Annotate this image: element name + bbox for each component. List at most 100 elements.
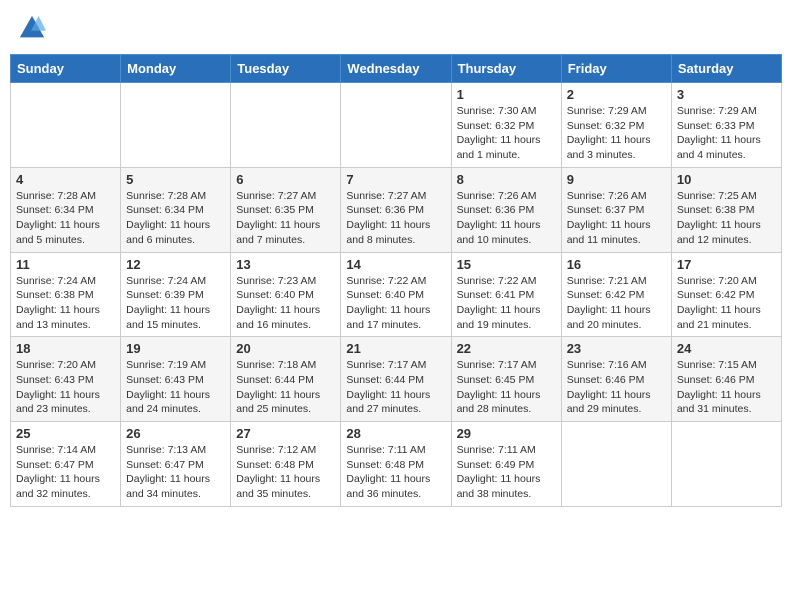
calendar-cell: 12 Sunrise: 7:24 AM Sunset: 6:39 PM Dayli…: [121, 252, 231, 337]
day-number: 25: [16, 426, 115, 441]
day-number: 27: [236, 426, 335, 441]
day-info: Sunrise: 7:30 AM Sunset: 6:32 PM Dayligh…: [457, 104, 556, 163]
calendar-cell: 10 Sunrise: 7:25 AM Sunset: 6:38 PM Dayli…: [671, 167, 781, 252]
dow-header: Wednesday: [341, 55, 451, 83]
dow-header: Friday: [561, 55, 671, 83]
calendar-cell: 25 Sunrise: 7:14 AM Sunset: 6:47 PM Dayli…: [11, 422, 121, 507]
day-info: Sunrise: 7:29 AM Sunset: 6:32 PM Dayligh…: [567, 104, 666, 163]
day-number: 7: [346, 172, 445, 187]
day-number: 5: [126, 172, 225, 187]
day-number: 15: [457, 257, 556, 272]
day-number: 28: [346, 426, 445, 441]
calendar-cell: 22 Sunrise: 7:17 AM Sunset: 6:45 PM Dayli…: [451, 337, 561, 422]
dow-header: Tuesday: [231, 55, 341, 83]
day-info: Sunrise: 7:18 AM Sunset: 6:44 PM Dayligh…: [236, 358, 335, 417]
calendar-cell: 21 Sunrise: 7:17 AM Sunset: 6:44 PM Dayli…: [341, 337, 451, 422]
day-info: Sunrise: 7:24 AM Sunset: 6:39 PM Dayligh…: [126, 274, 225, 333]
calendar-cell: 20 Sunrise: 7:18 AM Sunset: 6:44 PM Dayli…: [231, 337, 341, 422]
calendar-week-row: 11 Sunrise: 7:24 AM Sunset: 6:38 PM Dayli…: [11, 252, 782, 337]
calendar-cell: 29Sunrise: 7:11 AM Sunset: 6:49 PM Dayli…: [451, 422, 561, 507]
calendar-table: SundayMondayTuesdayWednesdayThursdayFrid…: [10, 54, 782, 507]
dow-header: Saturday: [671, 55, 781, 83]
day-number: 1: [457, 87, 556, 102]
calendar-week-row: 25 Sunrise: 7:14 AM Sunset: 6:47 PM Dayli…: [11, 422, 782, 507]
calendar-cell: 2 Sunrise: 7:29 AM Sunset: 6:32 PM Daylig…: [561, 83, 671, 168]
day-number: 29: [457, 426, 556, 441]
day-number: 23: [567, 341, 666, 356]
dow-header: Thursday: [451, 55, 561, 83]
day-number: 10: [677, 172, 776, 187]
calendar-cell: 7 Sunrise: 7:27 AM Sunset: 6:36 PM Daylig…: [341, 167, 451, 252]
day-info: Sunrise: 7:26 AM Sunset: 6:37 PM Dayligh…: [567, 189, 666, 248]
calendar-cell: 4 Sunrise: 7:28 AM Sunset: 6:34 PM Daylig…: [11, 167, 121, 252]
calendar-cell: [121, 83, 231, 168]
day-number: 17: [677, 257, 776, 272]
calendar-cell: 9 Sunrise: 7:26 AM Sunset: 6:37 PM Daylig…: [561, 167, 671, 252]
calendar-cell: 15 Sunrise: 7:22 AM Sunset: 6:41 PM Dayli…: [451, 252, 561, 337]
day-info: Sunrise: 7:28 AM Sunset: 6:34 PM Dayligh…: [126, 189, 225, 248]
day-number: 20: [236, 341, 335, 356]
calendar-cell: [231, 83, 341, 168]
days-of-week-row: SundayMondayTuesdayWednesdayThursdayFrid…: [11, 55, 782, 83]
page-header: [10, 10, 782, 46]
calendar-cell: 11 Sunrise: 7:24 AM Sunset: 6:38 PM Dayli…: [11, 252, 121, 337]
day-info: Sunrise: 7:23 AM Sunset: 6:40 PM Dayligh…: [236, 274, 335, 333]
day-info: Sunrise: 7:22 AM Sunset: 6:40 PM Dayligh…: [346, 274, 445, 333]
calendar-cell: [11, 83, 121, 168]
day-number: 26: [126, 426, 225, 441]
day-number: 13: [236, 257, 335, 272]
day-info: Sunrise: 7:26 AM Sunset: 6:36 PM Dayligh…: [457, 189, 556, 248]
day-number: 16: [567, 257, 666, 272]
calendar-week-row: 4 Sunrise: 7:28 AM Sunset: 6:34 PM Daylig…: [11, 167, 782, 252]
calendar-cell: 28Sunrise: 7:11 AM Sunset: 6:48 PM Dayli…: [341, 422, 451, 507]
calendar-cell: 8Sunrise: 7:26 AM Sunset: 6:36 PM Daylig…: [451, 167, 561, 252]
day-number: 9: [567, 172, 666, 187]
calendar-cell: 26 Sunrise: 7:13 AM Sunset: 6:47 PM Dayli…: [121, 422, 231, 507]
day-number: 12: [126, 257, 225, 272]
calendar-cell: 5 Sunrise: 7:28 AM Sunset: 6:34 PM Daylig…: [121, 167, 231, 252]
day-info: Sunrise: 7:27 AM Sunset: 6:35 PM Dayligh…: [236, 189, 335, 248]
day-number: 24: [677, 341, 776, 356]
day-number: 18: [16, 341, 115, 356]
day-info: Sunrise: 7:19 AM Sunset: 6:43 PM Dayligh…: [126, 358, 225, 417]
day-number: 21: [346, 341, 445, 356]
day-number: 6: [236, 172, 335, 187]
calendar-cell: 23Sunrise: 7:16 AM Sunset: 6:46 PM Dayli…: [561, 337, 671, 422]
day-info: Sunrise: 7:29 AM Sunset: 6:33 PM Dayligh…: [677, 104, 776, 163]
day-info: Sunrise: 7:27 AM Sunset: 6:36 PM Dayligh…: [346, 189, 445, 248]
day-info: Sunrise: 7:28 AM Sunset: 6:34 PM Dayligh…: [16, 189, 115, 248]
day-info: Sunrise: 7:17 AM Sunset: 6:45 PM Dayligh…: [457, 358, 556, 417]
day-info: Sunrise: 7:13 AM Sunset: 6:47 PM Dayligh…: [126, 443, 225, 502]
calendar-week-row: 1 Sunrise: 7:30 AM Sunset: 6:32 PM Daylig…: [11, 83, 782, 168]
day-info: Sunrise: 7:17 AM Sunset: 6:44 PM Dayligh…: [346, 358, 445, 417]
calendar-cell: 17 Sunrise: 7:20 AM Sunset: 6:42 PM Dayli…: [671, 252, 781, 337]
day-info: Sunrise: 7:12 AM Sunset: 6:48 PM Dayligh…: [236, 443, 335, 502]
calendar-cell: 24 Sunrise: 7:15 AM Sunset: 6:46 PM Dayli…: [671, 337, 781, 422]
calendar-cell: [341, 83, 451, 168]
calendar-cell: 13 Sunrise: 7:23 AM Sunset: 6:40 PM Dayli…: [231, 252, 341, 337]
calendar-cell: 1 Sunrise: 7:30 AM Sunset: 6:32 PM Daylig…: [451, 83, 561, 168]
day-number: 4: [16, 172, 115, 187]
day-number: 2: [567, 87, 666, 102]
calendar-cell: 14Sunrise: 7:22 AM Sunset: 6:40 PM Dayli…: [341, 252, 451, 337]
calendar-week-row: 18Sunrise: 7:20 AM Sunset: 6:43 PM Dayli…: [11, 337, 782, 422]
calendar-cell: 16Sunrise: 7:21 AM Sunset: 6:42 PM Dayli…: [561, 252, 671, 337]
day-info: Sunrise: 7:24 AM Sunset: 6:38 PM Dayligh…: [16, 274, 115, 333]
day-number: 22: [457, 341, 556, 356]
dow-header: Sunday: [11, 55, 121, 83]
logo-icon: [18, 14, 46, 42]
day-number: 11: [16, 257, 115, 272]
calendar-cell: 19Sunrise: 7:19 AM Sunset: 6:43 PM Dayli…: [121, 337, 231, 422]
calendar-cell: 6 Sunrise: 7:27 AM Sunset: 6:35 PM Daylig…: [231, 167, 341, 252]
day-info: Sunrise: 7:15 AM Sunset: 6:46 PM Dayligh…: [677, 358, 776, 417]
day-info: Sunrise: 7:25 AM Sunset: 6:38 PM Dayligh…: [677, 189, 776, 248]
day-info: Sunrise: 7:20 AM Sunset: 6:42 PM Dayligh…: [677, 274, 776, 333]
day-info: Sunrise: 7:22 AM Sunset: 6:41 PM Dayligh…: [457, 274, 556, 333]
dow-header: Monday: [121, 55, 231, 83]
calendar-cell: [561, 422, 671, 507]
logo: [18, 14, 50, 42]
calendar-cell: 18Sunrise: 7:20 AM Sunset: 6:43 PM Dayli…: [11, 337, 121, 422]
calendar-cell: 3Sunrise: 7:29 AM Sunset: 6:33 PM Daylig…: [671, 83, 781, 168]
calendar-cell: 27 Sunrise: 7:12 AM Sunset: 6:48 PM Dayli…: [231, 422, 341, 507]
day-info: Sunrise: 7:14 AM Sunset: 6:47 PM Dayligh…: [16, 443, 115, 502]
